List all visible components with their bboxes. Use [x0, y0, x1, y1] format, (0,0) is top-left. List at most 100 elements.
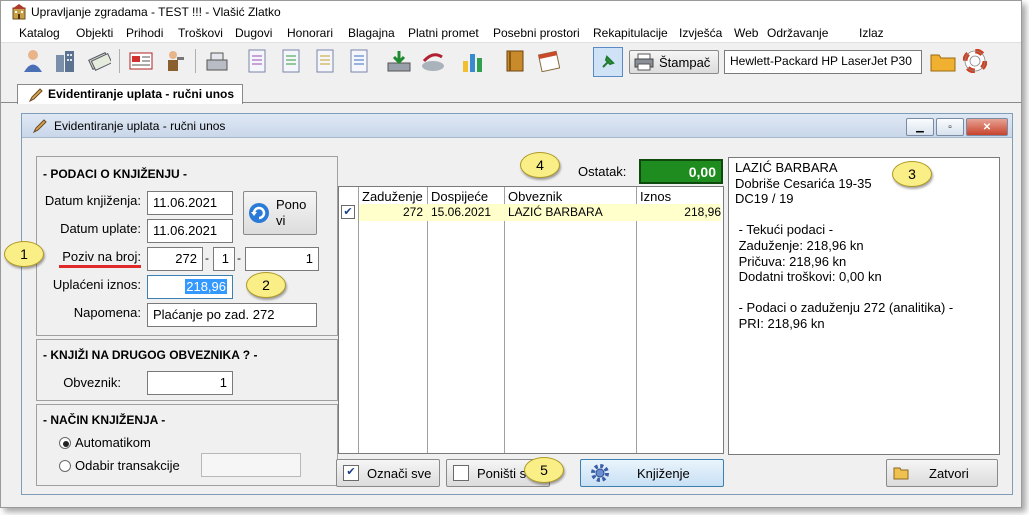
grid-header-obveznik[interactable]: Obveznik	[508, 189, 562, 204]
menu-troskovi[interactable]: Troškovi	[178, 26, 223, 40]
menu-blagajna[interactable]: Blagajna	[348, 26, 395, 40]
radio-odabir-transakcije[interactable]	[59, 460, 71, 472]
import-icon[interactable]	[385, 47, 413, 75]
oznaci-sve-label: Označi sve	[367, 465, 432, 481]
ponovi-button[interactable]: Pono vi	[243, 191, 317, 235]
uplaceni-iznos-field[interactable]: 218,96	[147, 275, 233, 299]
print-label: Štampač	[659, 54, 711, 70]
grid-header-zaduzenje[interactable]: Zaduženje	[362, 189, 423, 204]
poziv-field-2[interactable]: 1	[213, 247, 235, 271]
refresh-icon	[249, 203, 269, 223]
document-blue-icon[interactable]	[345, 47, 373, 75]
callout-badge: 3	[892, 161, 932, 187]
document-green-icon[interactable]	[277, 47, 305, 75]
datum-uplate-field[interactable]: 11.06.2021	[147, 219, 233, 243]
datum-uplate-label: Datum uplate:	[60, 221, 141, 236]
radio-odabir-label: Odabir transakcije	[75, 458, 180, 473]
radio-automatikom-label: Automatikom	[75, 435, 151, 450]
cell-iznos: 218,96	[684, 205, 721, 219]
obveznik-label: Obveznik:	[63, 375, 121, 390]
uplaceni-iznos-value: 218,96	[185, 279, 227, 294]
book-icon[interactable]	[501, 47, 529, 75]
menu-izvjesca[interactable]: Izvješća	[679, 26, 722, 40]
tab-label: Evidentiranje uplata - ručni unos	[48, 87, 235, 101]
dash-separator: -	[237, 251, 241, 265]
dialog-title-bar: Evidentiranje uplata - ručni unos ▁ ▫ ✕	[22, 114, 1012, 138]
folder-icon[interactable]	[929, 47, 957, 75]
maximize-icon: ▫	[948, 121, 952, 133]
grid-header-iznos[interactable]: Iznos	[640, 189, 671, 204]
printer-icon	[634, 53, 654, 71]
minimize-button[interactable]: ▁	[906, 118, 934, 136]
menu-honorari[interactable]: Honorari	[287, 26, 333, 40]
minimize-icon: ▁	[916, 121, 924, 133]
cell-zaduzenje: 272	[402, 205, 423, 219]
poziv-field-1[interactable]: 272	[147, 247, 203, 271]
close-button[interactable]: ✕	[966, 118, 1008, 136]
knjizenje-label: Knjiženje	[637, 465, 690, 481]
pen-icon	[28, 88, 43, 103]
toolbar-separator	[119, 49, 120, 73]
calendar-icon[interactable]	[535, 47, 563, 75]
section-title: - KNJIŽI NA DRUGOG OBVEZNIKA ? -	[43, 348, 258, 362]
menu-rekapitulacije[interactable]: Rekapitulacije	[593, 26, 668, 40]
poziv-field-3[interactable]: 1	[245, 247, 319, 271]
maximize-button[interactable]: ▫	[936, 118, 964, 136]
tab-strip: Evidentiranje uplata - ručni unos	[1, 81, 1021, 104]
menu-objekti[interactable]: Objekti	[76, 26, 113, 40]
napomena-field[interactable]: Plaćanje po zad. 272	[147, 303, 317, 327]
pin-icon[interactable]	[593, 47, 623, 77]
tab-evidentiranje[interactable]: Evidentiranje uplata - ručni unos	[17, 84, 243, 104]
zatvori-button[interactable]: Zatvori	[886, 459, 998, 487]
money-icon[interactable]	[85, 47, 113, 75]
menu-web[interactable]: Web	[734, 26, 758, 40]
cash-register-icon[interactable]	[203, 47, 231, 75]
obveznik-field[interactable]: 1	[147, 371, 233, 395]
transakcija-field[interactable]	[201, 453, 301, 477]
chart-icon[interactable]	[459, 47, 487, 75]
menu-dugovi[interactable]: Dugovi	[235, 26, 272, 40]
menu-prihodi[interactable]: Prihodi	[126, 26, 163, 40]
title-bar: Upravljanje zgradama - TEST !!! - Vlašić…	[1, 1, 1021, 23]
document-yellow-icon[interactable]	[311, 47, 339, 75]
app-window: Upravljanje zgradama - TEST !!! - Vlašić…	[0, 0, 1022, 508]
close-icon: ✕	[982, 121, 992, 133]
transfer-icon[interactable]	[419, 47, 447, 75]
printer-select[interactable]: Hewlett-Packard HP LaserJet P30	[724, 50, 922, 74]
grid-line	[427, 187, 428, 453]
zatvori-label: Zatvori	[929, 465, 969, 481]
menu-posebni-prostori[interactable]: Posebni prostori	[493, 26, 580, 40]
row-checkbox[interactable]: ✔	[341, 205, 355, 219]
radio-automatikom[interactable]	[59, 437, 71, 449]
ponovi-label: Pono vi	[276, 197, 307, 228]
menu-odrzavanje[interactable]: Održavanje	[767, 26, 828, 40]
knjizenje-button[interactable]: Knjiženje	[580, 459, 724, 487]
cell-dospijece: 15.06.2021	[431, 205, 492, 219]
person-icon[interactable]	[19, 47, 47, 75]
callout-badge: 1	[4, 241, 44, 267]
open-folder-icon	[893, 467, 909, 480]
print-button[interactable]: Štampač	[629, 50, 719, 74]
menu-izlaz[interactable]: Izlaz	[859, 26, 884, 40]
buildings-icon[interactable]	[51, 47, 79, 75]
checkbox-empty-icon	[453, 465, 469, 481]
callout-badge: 4	[520, 152, 560, 178]
invoice-icon[interactable]	[127, 47, 155, 75]
dash-separator: -	[205, 251, 209, 265]
callout-badge: 5	[524, 457, 564, 483]
grid-line	[504, 187, 505, 453]
lifebuoy-icon[interactable]	[961, 47, 989, 75]
zaduzenja-grid[interactable]: Zaduženje Dospijeće Obveznik Iznos ✔ 272…	[338, 186, 724, 454]
uplaceni-iznos-label: Uplaćeni iznos:	[52, 277, 141, 292]
section-title: - NAČIN KNJIŽENJA -	[43, 413, 166, 427]
menu-katalog[interactable]: Katalog	[19, 26, 60, 40]
menu-bar: Katalog Objekti Prihodi Troškovi Dugovi …	[1, 23, 1021, 43]
document-icon[interactable]	[243, 47, 271, 75]
datum-knjizenja-field[interactable]: 11.06.2021	[147, 191, 233, 215]
menu-platni-promet[interactable]: Platni promet	[408, 26, 479, 40]
callout-badge: 2	[246, 272, 286, 298]
oznaci-sve-button[interactable]: ✔ Označi sve	[336, 459, 440, 487]
grid-header-dospijece[interactable]: Dospijeće	[431, 189, 488, 204]
worker-icon[interactable]	[161, 47, 189, 75]
pen-icon	[32, 119, 47, 134]
